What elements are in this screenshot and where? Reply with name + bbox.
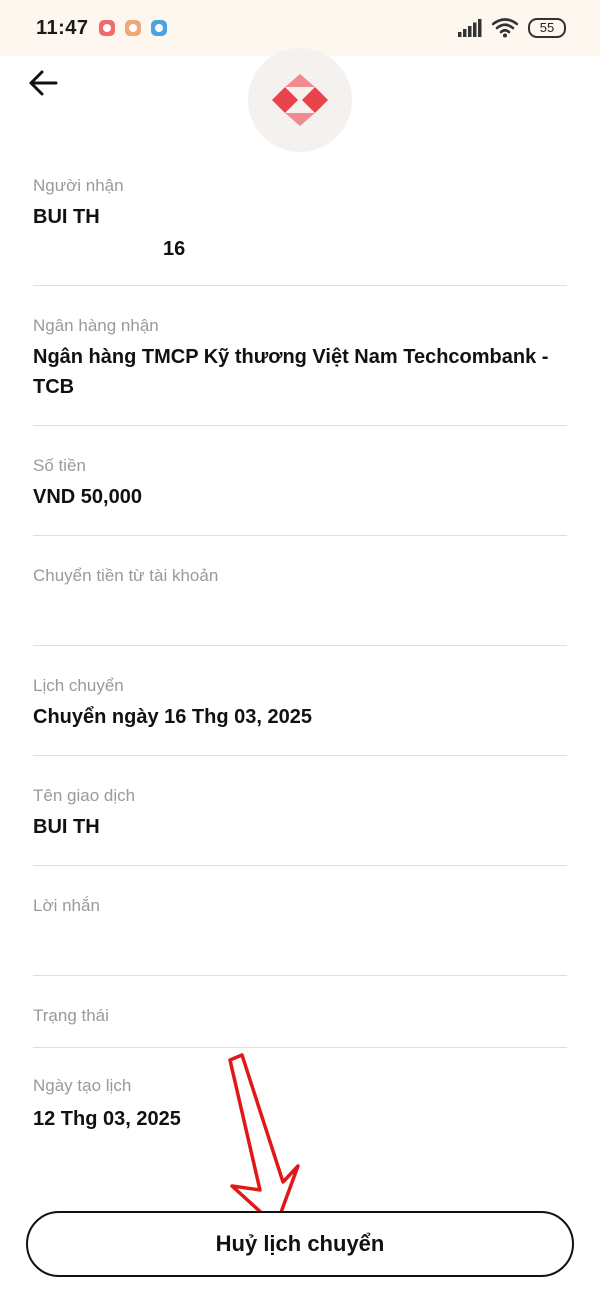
amount-label: Số tiền: [33, 456, 86, 475]
back-arrow-icon[interactable]: [26, 66, 60, 100]
signal-icon: [458, 19, 482, 37]
from-account-label: Chuyển tiền từ tài khoản: [33, 566, 219, 585]
created-date-field: Ngày tạo lịch 12 Thg 03, 2025: [33, 1048, 567, 1168]
bank-logo-icon: [272, 74, 328, 126]
battery-icon: 55: [528, 18, 566, 38]
wifi-icon: [492, 18, 518, 38]
cancel-schedule-button[interactable]: Huỷ lịch chuyển: [26, 1211, 574, 1277]
amount-value: VND 50,000: [33, 486, 142, 508]
status-left: 11:47: [36, 17, 167, 40]
recipient-account: 16: [163, 238, 186, 260]
schedule-field: Lịch chuyển Chuyển ngày 16 Thg 03, 2025: [33, 646, 567, 756]
bank-label: Ngân hàng nhận: [33, 316, 159, 335]
bank-logo: [248, 48, 352, 152]
clock: 11:47: [36, 16, 89, 39]
created-date-label: Ngày tạo lịch: [33, 1076, 132, 1095]
notification-icon: [98, 20, 115, 36]
status-right: 55: [458, 18, 566, 38]
notification-icon: [124, 20, 141, 36]
transaction-name-label: Tên giao dịch: [33, 786, 136, 805]
bank-field: Ngân hàng nhận Ngân hàng TMCP Kỹ thương …: [33, 286, 567, 426]
recipient-label: Người nhận: [33, 176, 124, 195]
status-label: Trạng thái: [33, 1006, 109, 1025]
bank-name: Ngân hàng TMCP Kỹ thương Việt Nam Techco…: [33, 346, 549, 398]
from-account-field: Chuyển tiền từ tài khoản: [33, 536, 567, 646]
amount-field: Số tiền VND 50,000: [33, 426, 567, 536]
message-label: Lời nhắn: [33, 896, 100, 915]
transaction-name-value: BUI TH: [33, 816, 100, 838]
status-field: Trạng thái: [33, 976, 567, 1048]
header: [0, 48, 600, 156]
recipient-field: Người nhận BUI TH 16: [33, 156, 567, 286]
message-field: Lời nhắn: [33, 866, 567, 976]
schedule-label: Lịch chuyển: [33, 676, 124, 695]
notification-icon: [150, 20, 167, 36]
created-date-value: 12 Thg 03, 2025: [33, 1108, 181, 1130]
transaction-name-field: Tên giao dịch BUI TH: [33, 756, 567, 866]
schedule-value: Chuyển ngày 16 Thg 03, 2025: [33, 706, 312, 728]
recipient-name: BUI TH: [33, 206, 100, 228]
transfer-details: Người nhận BUI TH 16 Ngân hàng nhận Ngân…: [33, 156, 567, 1168]
